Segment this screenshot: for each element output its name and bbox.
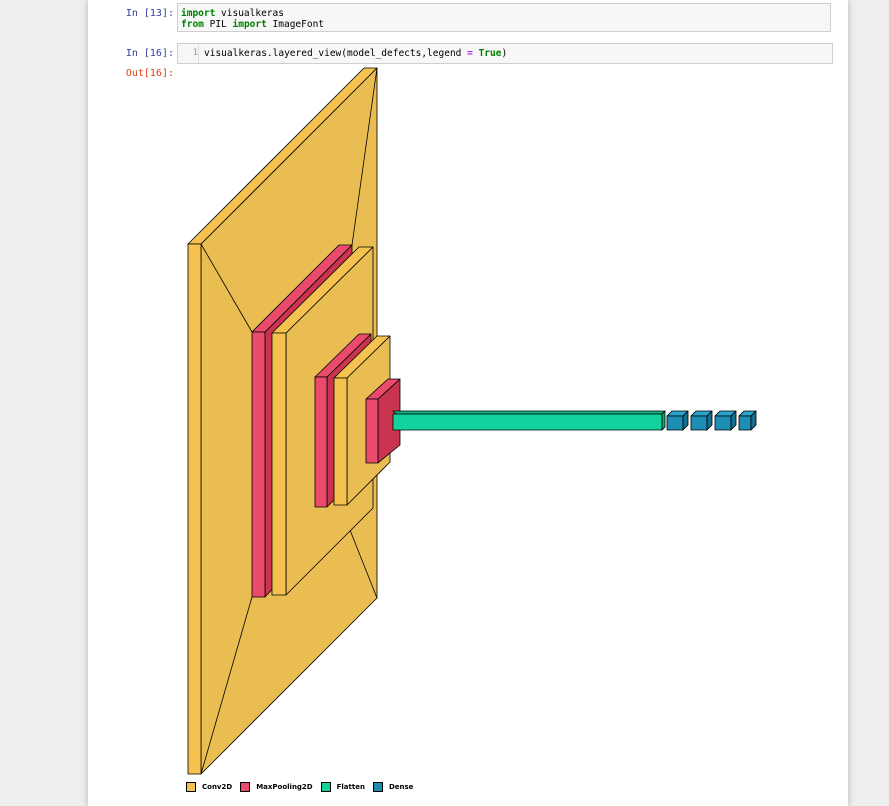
legend-label: Dense [388, 783, 414, 791]
legend-item-flatten: Flatten [320, 782, 365, 792]
layer-dense-4 [738, 410, 757, 431]
maxpool-swatch-icon [240, 782, 251, 792]
legend-label: Conv2D [202, 783, 233, 791]
legend-item-maxpooling2d: MaxPooling2D [240, 782, 313, 792]
layer-dense-2 [690, 410, 713, 431]
flatten-swatch-icon [320, 782, 331, 792]
layer-dense-1 [666, 410, 689, 431]
model-layered-view [187, 67, 757, 775]
dense-swatch-icon [372, 782, 383, 792]
legend-label: MaxPooling2D [256, 783, 313, 791]
legend: Conv2D MaxPooling2D Flatten Dense [186, 780, 421, 794]
legend-label: Flatten [336, 783, 365, 791]
layer-dense-3 [714, 410, 737, 431]
legend-item-conv2d: Conv2D [186, 782, 232, 792]
conv2d-swatch-icon [186, 782, 196, 792]
legend-item-dense: Dense [372, 782, 414, 792]
layer-flatten [392, 410, 666, 431]
